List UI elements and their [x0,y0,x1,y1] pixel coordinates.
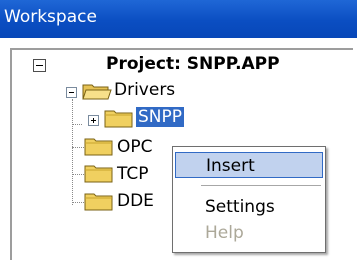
tree-item-drivers[interactable]: Drivers [114,80,175,100]
tree-item-dde[interactable]: DDE [117,191,154,211]
tree-item-tcp[interactable]: TCP [117,164,149,184]
tree-connector-line [72,99,73,205]
menu-item-insert[interactable]: Insert [175,152,323,178]
tree-connector-line [72,202,84,203]
collapse-drivers-icon[interactable] [66,87,77,98]
menu-item-insert-label: Insert [206,156,255,176]
folder-icon [84,138,113,156]
folder-icon [104,110,133,128]
menu-separator [201,185,321,186]
menu-item-settings[interactable]: Settings [175,194,323,220]
tree-item-snpp[interactable]: SNPP [134,106,186,128]
menu-item-help: Help [175,220,323,246]
tree-connector-line [72,124,82,125]
tree-item-opc[interactable]: OPC [117,137,153,157]
tree-connector-line [72,147,84,148]
tree-connector-line [72,174,84,175]
workspace-title: Workspace [4,7,97,27]
menu-item-settings-label: Settings [205,197,275,217]
folder-icon [84,165,113,183]
folder-icon [84,193,113,211]
open-folder-icon [82,84,112,100]
menu-item-help-label: Help [205,223,244,243]
expand-snpp-icon[interactable] [88,115,99,126]
workspace-title-bar[interactable]: Workspace [0,0,357,38]
context-menu: Insert Settings Help [172,146,326,253]
collapse-project-icon[interactable] [33,59,46,72]
tree-item-project[interactable]: Project: SNPP.APP [106,54,280,74]
